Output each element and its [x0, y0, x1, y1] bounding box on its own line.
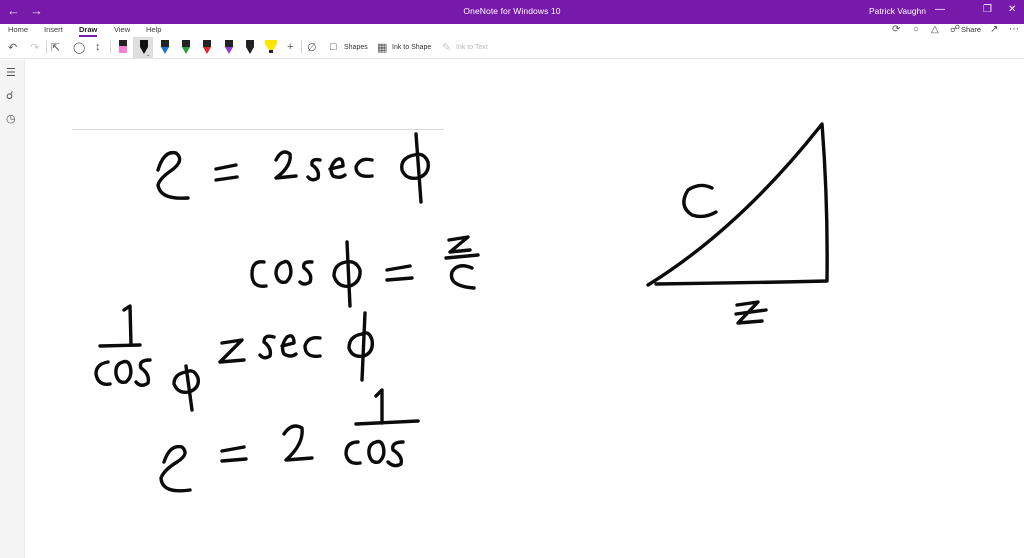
ink-equation-2 — [250, 235, 480, 308]
ink-canvas[interactable] — [0, 0, 1024, 558]
ink-equation-3 — [94, 304, 375, 412]
ink-triangle-diagram — [646, 122, 829, 325]
ink-equation-4 — [159, 388, 420, 493]
ink-equation-1 — [156, 132, 430, 204]
